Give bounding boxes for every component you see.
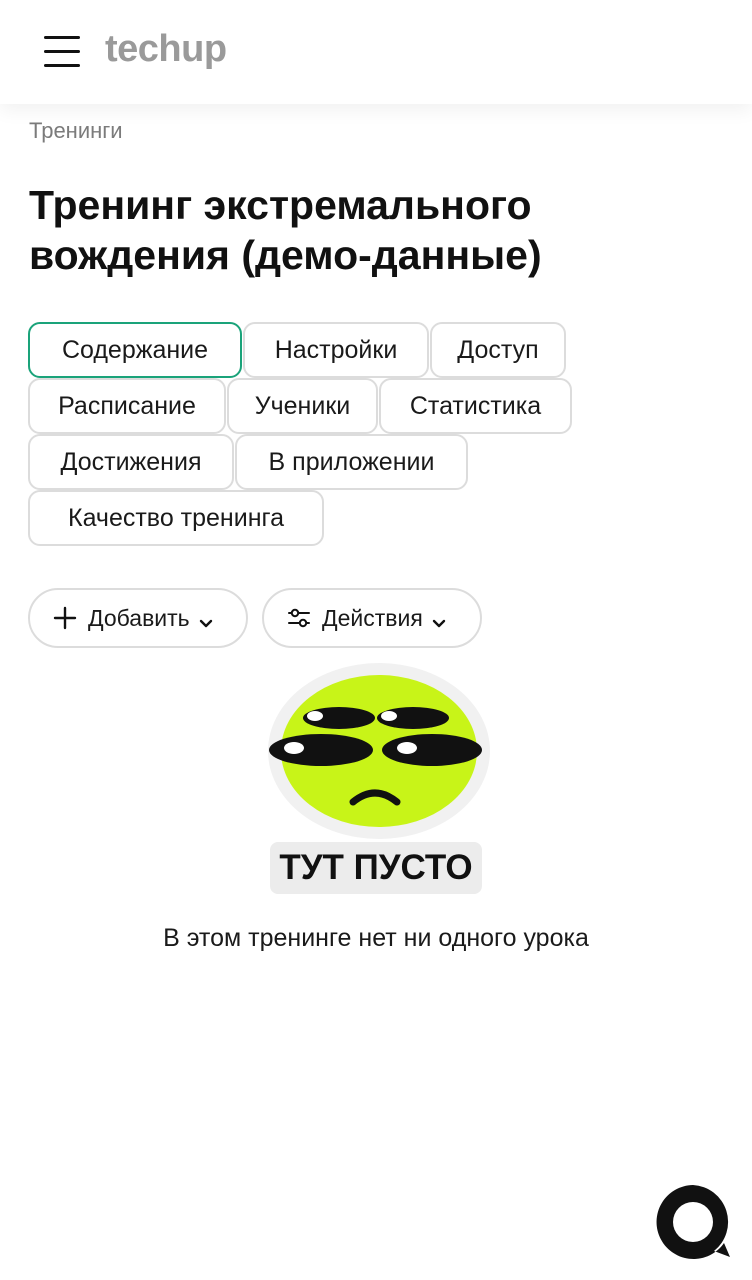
empty-state-text: В этом тренинге нет ни одного урока <box>163 924 589 952</box>
tab-students[interactable]: Ученики <box>227 378 378 434</box>
tab-achievements[interactable]: Достижения <box>28 434 234 490</box>
chevron-down-icon <box>198 610 214 628</box>
actions-button[interactable]: Действия <box>262 588 482 648</box>
plus-icon <box>52 605 78 631</box>
sliders-icon <box>286 605 312 631</box>
tab-schedule[interactable]: Расписание <box>28 378 226 434</box>
page-title: Тренинг экстремального вождения (демо-да… <box>29 182 542 278</box>
top-bar: techup <box>0 0 752 104</box>
breadcrumb[interactable]: Тренинги <box>29 118 123 144</box>
chat-bubble-icon[interactable] <box>654 1183 732 1261</box>
chevron-down-icon <box>431 610 447 628</box>
logo[interactable]: techup <box>105 28 227 71</box>
add-button[interactable]: Добавить <box>28 588 248 648</box>
tab-settings[interactable]: Настройки <box>243 322 429 378</box>
sad-alien-icon <box>267 662 492 840</box>
tab-access[interactable]: Доступ <box>430 322 566 378</box>
add-button-label: Добавить <box>88 604 190 631</box>
empty-state-title: ТУТ ПУСТО <box>270 842 482 894</box>
hamburger-icon[interactable] <box>44 34 82 70</box>
tab-content[interactable]: Содержание <box>28 322 242 378</box>
tab-in-app[interactable]: В приложении <box>235 434 468 490</box>
tab-training-quality[interactable]: Качество тренинга <box>28 490 324 546</box>
actions-button-label: Действия <box>322 604 423 631</box>
tab-statistics[interactable]: Статистика <box>379 378 572 434</box>
